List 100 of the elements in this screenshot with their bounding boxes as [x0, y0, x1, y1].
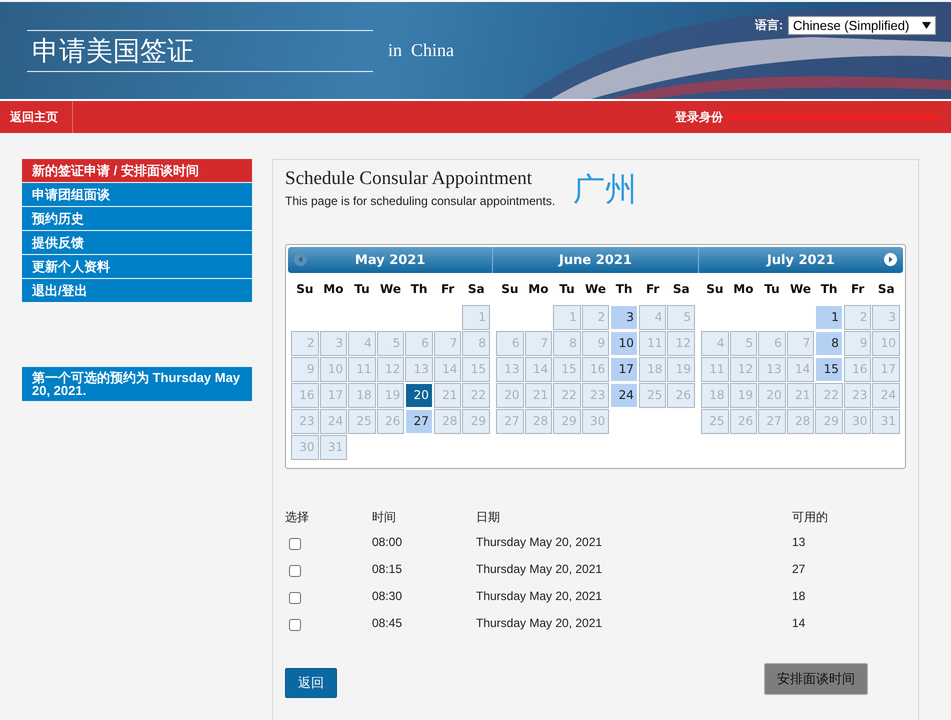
calendar-day: 11 [701, 357, 729, 382]
weekday-label: Mo [527, 281, 550, 298]
calendar-day: 24 [320, 409, 348, 434]
weekday-label: Tu [558, 281, 576, 298]
calendar-day[interactable]: 3 [610, 305, 638, 330]
calendar-day: 14 [786, 357, 814, 382]
calendar-day: 6 [405, 331, 433, 356]
calendar-day[interactable]: 20 [405, 383, 433, 408]
schedule-button[interactable]: 安排面谈时间 [764, 663, 868, 695]
weekday-label: Su [705, 281, 724, 298]
calendar-day: 30 [844, 409, 872, 434]
month-title: July 2021 [766, 252, 835, 268]
calendar-day[interactable]: 17 [610, 357, 638, 382]
calendar-day[interactable]: 10 [610, 331, 638, 356]
sidebar-item[interactable]: 更新个人资料 [22, 255, 252, 278]
calendar-day: 19 [730, 383, 758, 408]
caret-icon [922, 22, 931, 29]
sidebar-item[interactable]: 退出/登出 [22, 279, 252, 302]
calendar-day: 26 [667, 383, 695, 408]
calendar-day: 23 [291, 409, 319, 434]
calendar-day: 13 [405, 357, 433, 382]
calendar-day[interactable]: 1 [815, 305, 843, 330]
calendar-day: 14 [524, 357, 552, 382]
next-icon[interactable] [884, 253, 897, 266]
weekday-label: Fr [440, 281, 456, 298]
calendar-day: 18 [638, 357, 666, 382]
sidebar-item[interactable]: 申请团组面谈 [22, 183, 252, 206]
calendar-day: 5 [730, 331, 758, 356]
page-description: This page is for scheduling consular appointments. [285, 194, 556, 208]
weekday-label: Fr [644, 281, 660, 298]
calendar-day: 18 [348, 383, 376, 408]
calendar-day: 13 [496, 357, 524, 382]
slot-checkbox[interactable] [289, 564, 301, 576]
weekday-label: Th [820, 281, 838, 298]
calendar-day: 2 [291, 331, 319, 356]
calendar-day: 6 [496, 331, 524, 356]
calendar-day: 17 [872, 357, 900, 382]
calendar-day: 29 [553, 409, 581, 434]
weekday-label: Sa [672, 281, 691, 298]
calendar-day: 9 [844, 331, 872, 356]
calendar-day: 5 [376, 331, 404, 356]
slot-checkbox[interactable] [289, 538, 301, 550]
city-name: 广州 [573, 169, 638, 210]
calendar-day: 30 [582, 409, 610, 434]
calendar-day: 19 [376, 383, 404, 408]
calendar-day: 1 [462, 305, 490, 330]
weekday-label: Tu [353, 281, 371, 298]
calendar-day: 24 [872, 383, 900, 408]
calendar-day: 12 [376, 357, 404, 382]
home-link[interactable]: 返回主页 [0, 101, 73, 133]
calendar-day: 29 [462, 409, 490, 434]
date-cell-text: Thursday May 20, 2021 [476, 616, 604, 632]
calendar-day: 4 [701, 331, 729, 356]
calendar-day: 4 [348, 331, 376, 356]
weekday-label: We [379, 281, 402, 298]
time-cell-text: 08:30 [372, 589, 404, 605]
calendar-day[interactable]: 24 [610, 383, 638, 408]
weekday-label: Su [295, 281, 314, 298]
calendar-day: 16 [291, 383, 319, 408]
weekday-label: Fr [850, 281, 866, 298]
calendar-day: 21 [524, 383, 552, 408]
date-cell-text: Thursday May 20, 2021 [476, 562, 604, 578]
month-title: May 2021 [354, 252, 426, 268]
column-header: 可用的 [792, 509, 829, 525]
language-label: 语言: [755, 17, 783, 34]
calendar-day: 14 [434, 357, 462, 382]
date-cell-text: Thursday May 20, 2021 [476, 589, 604, 605]
calendar-day: 11 [638, 331, 666, 356]
availability-cell-text: 13 [792, 535, 806, 551]
calendar-day: 4 [638, 305, 666, 330]
slot-checkbox[interactable] [289, 618, 301, 630]
slot-checkbox[interactable] [289, 592, 301, 604]
sidebar-item[interactable]: 预约历史 [22, 207, 252, 230]
calendar-day: 27 [496, 409, 524, 434]
calendar-day: 11 [348, 357, 376, 382]
calendar-day: 12 [730, 357, 758, 382]
calendar-day: 2 [844, 305, 872, 330]
back-button[interactable]: 返回 [285, 668, 337, 698]
calendar-day: 28 [434, 409, 462, 434]
calendar-day[interactable]: 15 [815, 357, 843, 382]
calendar-day: 28 [524, 409, 552, 434]
calendar-day: 10 [320, 357, 348, 382]
column-header: 日期 [476, 509, 501, 525]
sidebar-item[interactable]: 提供反馈 [22, 231, 252, 254]
calendar-day: 31 [320, 435, 348, 460]
language-dropdown[interactable]: Chinese (Simplified) [788, 16, 936, 35]
calendar-day: 8 [462, 331, 490, 356]
calendar-day: 22 [815, 383, 843, 408]
calendar-day: 8 [553, 331, 581, 356]
weekday-label: Tu [763, 281, 781, 298]
calendar-day[interactable]: 8 [815, 331, 843, 356]
calendar-day: 2 [582, 305, 610, 330]
calendar-day[interactable]: 27 [405, 409, 433, 434]
site-title: 申请美国签证 [32, 34, 195, 68]
calendar-day: 7 [524, 331, 552, 356]
calendar-day: 31 [872, 409, 900, 434]
calendar-day: 7 [786, 331, 814, 356]
calendar-day: 5 [667, 305, 695, 330]
calendar-day: 18 [701, 383, 729, 408]
sidebar-item[interactable]: 新的签证申请 / 安排面谈时间 [22, 159, 252, 182]
